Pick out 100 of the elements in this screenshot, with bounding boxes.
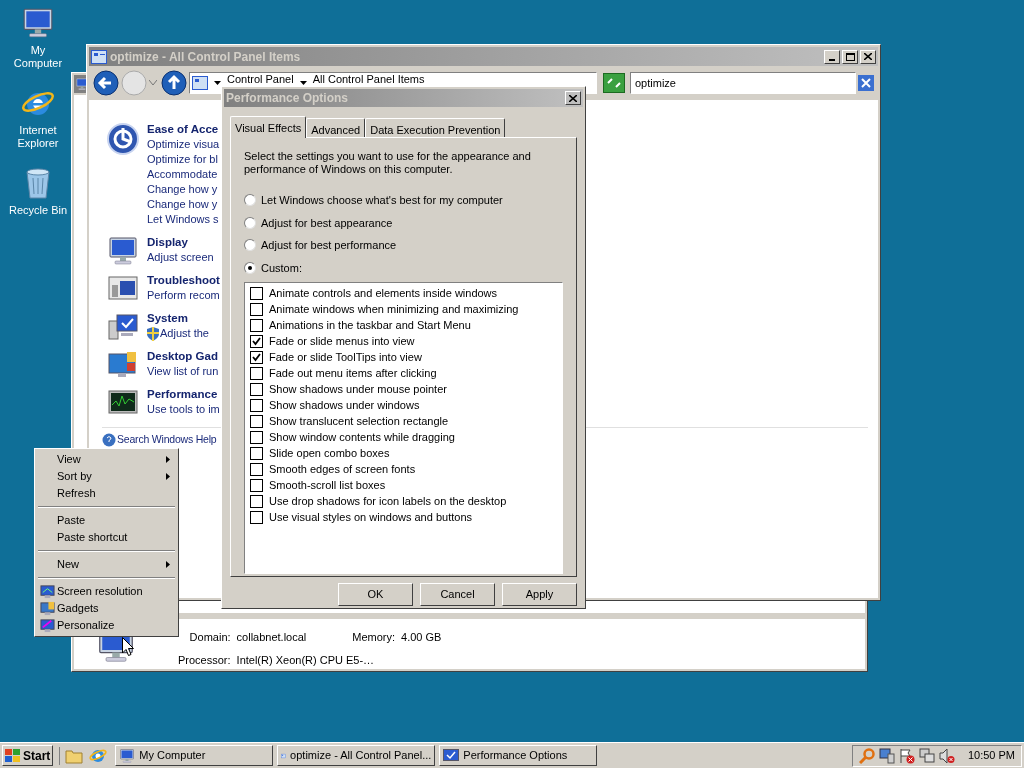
- menu-item[interactable]: Sort by: [37, 468, 176, 485]
- menu-item[interactable]: Paste shortcut: [37, 529, 176, 546]
- radio-button[interactable]: [244, 261, 256, 274]
- desktop-icon-label[interactable]: Recycle Bin: [5, 204, 71, 217]
- taskbar-button[interactable]: My Computer: [115, 745, 274, 766]
- maximize-button[interactable]: [842, 49, 858, 64]
- category-title[interactable]: Ease of Acce: [147, 122, 220, 137]
- intro-text: Select the settings you want to use for the appearance and performance of Windows on this computer.: [244, 150, 532, 176]
- tab[interactable]: Visual Effects: [230, 116, 307, 138]
- help-icon: [102, 432, 116, 447]
- checkbox[interactable]: [250, 414, 263, 428]
- desktop-icon-label[interactable]: Internet Explorer: [5, 124, 71, 150]
- computer-icon[interactable]: [879, 747, 895, 764]
- checkbox[interactable]: [250, 286, 263, 300]
- checkbox[interactable]: [250, 398, 263, 412]
- category-link[interactable]: Optimize for bl: [147, 152, 218, 167]
- category-title[interactable]: System: [147, 311, 209, 326]
- up-button[interactable]: [161, 70, 187, 96]
- checkbox[interactable]: [250, 302, 263, 316]
- start-button[interactable]: Start: [2, 745, 54, 766]
- field-value: collabnet.local: [236, 630, 307, 645]
- accessibility-icon: [106, 122, 140, 156]
- dialog-button[interactable]: OK: [338, 583, 413, 606]
- minimize-button[interactable]: [824, 49, 840, 64]
- category-link[interactable]: View list of run: [147, 364, 219, 379]
- control-panel-icon: [91, 49, 107, 64]
- tab[interactable]: Advanced: [306, 118, 366, 137]
- checkbox[interactable]: [250, 446, 263, 460]
- close-button[interactable]: [860, 49, 876, 64]
- checkbox[interactable]: [250, 494, 263, 508]
- network-icon[interactable]: [919, 747, 935, 764]
- category-link[interactable]: Use tools to im: [147, 402, 220, 417]
- desktop-icon-label[interactable]: My Computer: [5, 44, 71, 70]
- system-icon: [443, 748, 460, 763]
- category-link[interactable]: Adjust the: [160, 326, 209, 341]
- taskbar-button[interactable]: Performance Options: [439, 745, 598, 766]
- taskbar-button[interactable]: optimize - All Control Panel...: [277, 745, 436, 766]
- window-title: optimize - All Control Panel Items: [110, 48, 302, 66]
- breadcrumb[interactable]: All Control Panel Items: [312, 73, 425, 85]
- personalize-icon: [40, 618, 55, 633]
- display-icon: [107, 235, 139, 267]
- checkbox[interactable]: [250, 318, 263, 332]
- menu-item[interactable]: Refresh: [37, 485, 176, 502]
- category-title[interactable]: Display: [147, 235, 214, 250]
- checkbox[interactable]: [250, 334, 263, 348]
- category-link[interactable]: Change how y: [147, 182, 218, 197]
- refresh-button[interactable]: [603, 73, 625, 93]
- checkbox-label: Slide open combo boxes: [269, 445, 390, 461]
- checkbox-label: Animate controls and elements inside windows: [269, 285, 498, 301]
- field-label: Processor:: [178, 652, 231, 668]
- radio-button[interactable]: [244, 216, 256, 229]
- menu-item[interactable]: Personalize: [37, 617, 176, 634]
- category-link[interactable]: Optimize visua: [147, 137, 220, 152]
- control-panel-icon: [192, 76, 208, 90]
- menu-item[interactable]: Screen resolution: [37, 583, 176, 600]
- category-title[interactable]: Performance: [147, 387, 220, 402]
- checkbox-label: Smooth edges of screen fonts: [269, 461, 416, 477]
- checkbox[interactable]: [250, 366, 263, 380]
- checkbox[interactable]: [250, 510, 263, 524]
- category-title[interactable]: Desktop Gad: [147, 349, 219, 364]
- checkbox[interactable]: [250, 478, 263, 492]
- category-link[interactable]: Perform recom: [147, 288, 220, 303]
- dialog-button[interactable]: Cancel: [420, 583, 495, 606]
- category-link[interactable]: Change how y: [147, 197, 218, 212]
- checkbox-label: Fade or slide ToolTips into view: [269, 349, 422, 365]
- category-title[interactable]: Troubleshoot: [147, 273, 220, 288]
- radio-button[interactable]: [244, 239, 256, 252]
- menu-item[interactable]: Paste: [37, 512, 176, 529]
- checkbox-label: Use drop shadows for icon labels on the desktop: [269, 493, 507, 509]
- close-icon: [569, 94, 577, 102]
- breadcrumb[interactable]: Control Panel: [227, 73, 294, 85]
- search-field[interactable]: optimize: [630, 72, 856, 94]
- dialog-button[interactable]: Apply: [502, 583, 577, 606]
- checkbox[interactable]: [250, 350, 263, 364]
- checkbox[interactable]: [250, 382, 263, 396]
- checkbox-label: Show translucent selection rectangle: [269, 413, 449, 429]
- category-link[interactable]: Adjust screen: [147, 250, 214, 265]
- checkbox-label: Show shadows under mouse pointer: [269, 381, 447, 397]
- flag-error-icon[interactable]: [899, 747, 915, 764]
- checkbox-label: Fade out menu items after clicking: [269, 365, 437, 381]
- help-link[interactable]: Search Windows Help: [117, 432, 217, 448]
- category-link[interactable]: Let Windows s: [147, 212, 219, 227]
- caret-icon[interactable]: [214, 80, 221, 86]
- category-link[interactable]: Accommodate: [147, 167, 218, 182]
- back-button[interactable]: [93, 70, 119, 96]
- checkbox[interactable]: [250, 462, 263, 476]
- menu-item[interactable]: View: [37, 451, 176, 468]
- speaker-muted-icon[interactable]: [939, 747, 955, 764]
- shield-icon: [147, 326, 159, 341]
- tab[interactable]: Data Execution Prevention: [365, 118, 506, 137]
- menu-item[interactable]: Gadgets: [37, 600, 176, 617]
- radio-button[interactable]: [244, 194, 256, 207]
- clear-search-button[interactable]: [858, 75, 874, 91]
- radio-label: Adjust for best performance: [261, 238, 397, 253]
- close-button[interactable]: [565, 91, 581, 105]
- clock: 10:50 PM: [967, 748, 1015, 764]
- field-label: Domain:: [188, 630, 231, 645]
- field-label: Memory:: [352, 630, 396, 645]
- menu-item[interactable]: New: [37, 556, 176, 573]
- checkbox[interactable]: [250, 430, 263, 444]
